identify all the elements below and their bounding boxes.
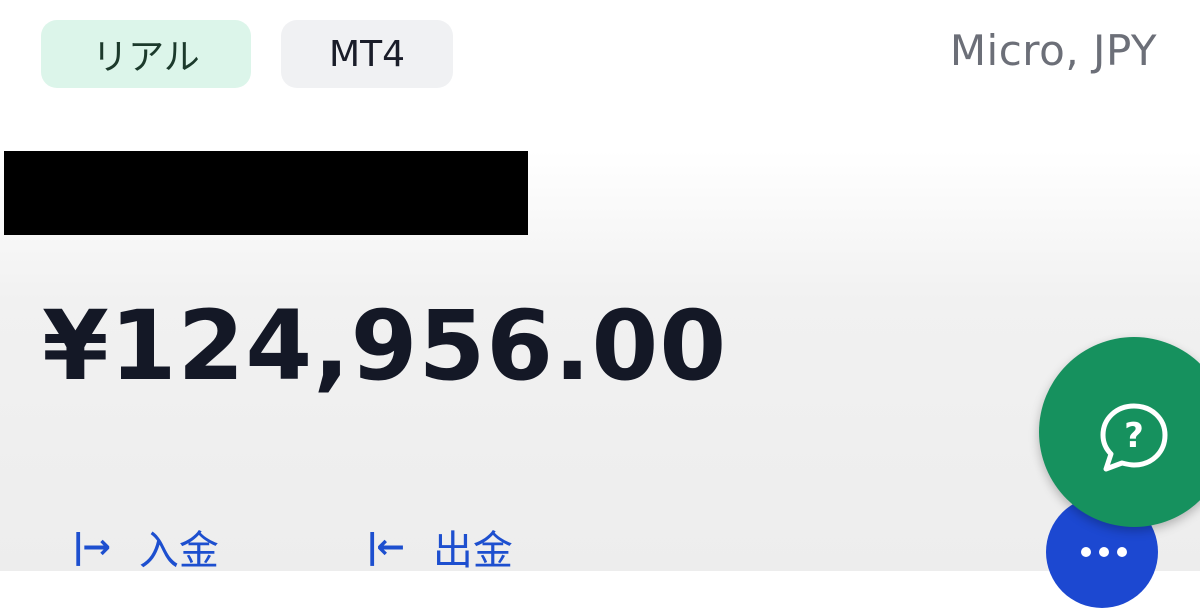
account-balance: ¥124,956.00	[42, 290, 728, 402]
help-chat-icon: ?	[1100, 403, 1168, 472]
platform-badge-label: MT4	[329, 33, 405, 75]
deposit-arrow-icon: |→	[72, 527, 111, 567]
platform-badge: MT4	[281, 20, 453, 88]
real-account-badge: リアル	[41, 20, 251, 88]
real-account-badge-label: リアル	[92, 37, 200, 78]
deposit-button[interactable]: |→ 入金	[72, 518, 219, 576]
deposit-label: 入金	[138, 528, 219, 574]
redacted-account-number	[4, 151, 528, 235]
more-dots-icon	[1081, 547, 1127, 557]
svg-text:?: ?	[1124, 416, 1144, 456]
withdraw-label: 出金	[432, 528, 513, 574]
withdraw-button[interactable]: |← 出金	[366, 518, 513, 576]
withdraw-arrow-icon: |←	[366, 527, 405, 567]
account-type-label: Micro, JPY	[949, 26, 1157, 75]
help-button[interactable]: ?	[1039, 337, 1200, 527]
